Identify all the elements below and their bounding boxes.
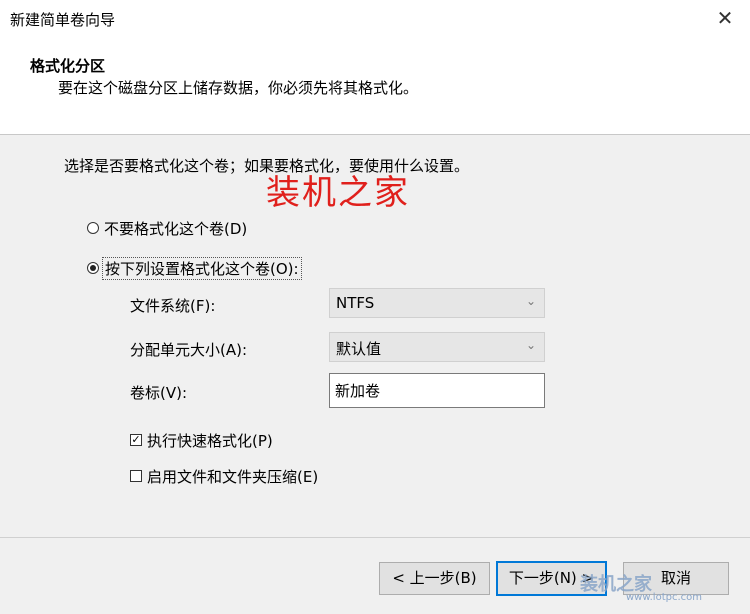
compression-label[interactable]: 启用文件和文件夹压缩(E) (147, 466, 318, 487)
radio-format-label[interactable]: 按下列设置格式化这个卷(O): (102, 257, 302, 280)
window-title: 新建简单卷向导 (10, 11, 116, 29)
page-title: 格式化分区 (30, 57, 106, 75)
radio-no-format[interactable] (87, 222, 99, 234)
allocation-size-label: 分配单元大小(A): (130, 341, 248, 359)
quick-format-checkbox[interactable]: ✓ (130, 434, 142, 446)
page-subtitle: 要在这个磁盘分区上储存数据，你必须先将其格式化。 (58, 79, 419, 97)
file-system-value: NTFS (336, 294, 375, 312)
allocation-size-select[interactable]: 默认值 ⌄ (329, 332, 545, 362)
file-system-select[interactable]: NTFS ⌄ (329, 288, 545, 318)
chevron-down-icon: ⌄ (525, 294, 536, 308)
close-icon[interactable]: ✕ (712, 5, 738, 31)
chevron-down-icon: ⌄ (525, 338, 536, 352)
file-system-label: 文件系统(F): (130, 297, 216, 315)
allocation-size-value: 默认值 (336, 340, 382, 358)
compression-checkbox[interactable] (130, 470, 142, 482)
volume-label-label: 卷标(V): (130, 384, 188, 402)
footer-divider (0, 537, 750, 538)
back-button[interactable]: < 上一步(B) (379, 562, 490, 595)
volume-label-input[interactable]: 新加卷 (329, 373, 545, 408)
quick-format-label[interactable]: 执行快速格式化(P) (147, 430, 273, 451)
radio-no-format-label[interactable]: 不要格式化这个卷(D) (104, 218, 247, 239)
radio-format[interactable] (87, 262, 99, 274)
watermark-text: 装机之家 (266, 173, 410, 213)
volume-label-value: 新加卷 (335, 382, 381, 400)
footer-watermark-url: www.lotpc.com (626, 592, 702, 603)
